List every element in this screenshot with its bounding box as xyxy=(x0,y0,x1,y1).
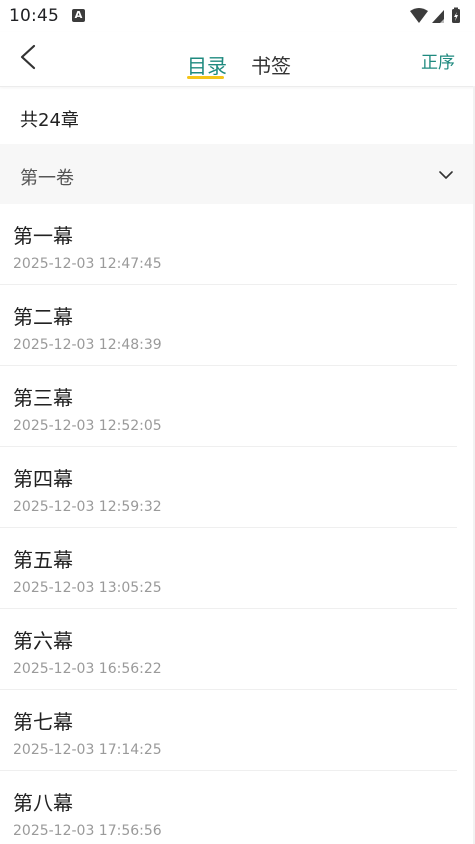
chapter-item[interactable]: 第七幕 2025-12-03 17:14:25 xyxy=(0,690,475,771)
notification-a-icon: A xyxy=(72,9,85,22)
chapter-timestamp: 2025-12-03 16:56:22 xyxy=(13,661,162,677)
chapter-title: 第三幕 xyxy=(13,386,73,410)
chapter-title: 第六幕 xyxy=(13,629,73,653)
tab-toc[interactable]: 目录 xyxy=(187,50,227,79)
chapter-title: 第四幕 xyxy=(13,467,73,491)
toc-header: 目录 书签 正序 xyxy=(0,32,475,87)
chevron-down-icon xyxy=(439,171,453,179)
chapter-item[interactable]: 第六幕 2025-12-03 16:56:22 xyxy=(0,609,475,690)
wifi-icon xyxy=(410,8,428,23)
chapter-timestamp: 2025-12-03 17:56:56 xyxy=(13,823,162,839)
volume-header[interactable]: 第一卷 xyxy=(0,144,475,204)
chapter-count: 共24章 xyxy=(20,110,79,131)
chapter-item[interactable]: 第三幕 2025-12-03 12:52:05 xyxy=(0,366,475,447)
status-bar: 10:45 A xyxy=(0,0,475,32)
tab-bookmarks[interactable]: 书签 xyxy=(251,50,291,79)
chapter-item[interactable]: 第八幕 2025-12-03 17:56:56 xyxy=(0,771,475,844)
chapter-timestamp: 2025-12-03 13:05:25 xyxy=(13,580,162,596)
back-button[interactable] xyxy=(14,42,44,74)
chapter-item[interactable]: 第一幕 2025-12-03 12:47:45 xyxy=(0,204,475,285)
cellular-signal-icon xyxy=(432,10,444,23)
chapter-title: 第七幕 xyxy=(13,710,73,734)
chapter-title: 第二幕 xyxy=(13,305,73,329)
chapter-title: 第一幕 xyxy=(13,224,73,248)
chapter-title: 第五幕 xyxy=(13,548,73,572)
battery-icon xyxy=(452,7,460,23)
volume-label: 第一卷 xyxy=(20,168,74,189)
status-time: 10:45 xyxy=(9,6,59,26)
chapter-list: 第一幕 2025-12-03 12:47:45 第二幕 2025-12-03 1… xyxy=(0,204,475,844)
chapter-item[interactable]: 第二幕 2025-12-03 12:48:39 xyxy=(0,285,475,366)
chapter-timestamp: 2025-12-03 12:47:45 xyxy=(13,256,162,272)
toc-screen: 10:45 A 目录 书签 正序 共24章 第一卷 第一幕 2025-12-03… xyxy=(0,0,475,844)
chapter-timestamp: 2025-12-03 12:52:05 xyxy=(13,418,162,434)
chapter-timestamp: 2025-12-03 12:48:39 xyxy=(13,337,162,353)
tab-active-indicator xyxy=(187,76,224,79)
sort-order-button[interactable]: 正序 xyxy=(421,48,455,73)
chapter-item[interactable]: 第四幕 2025-12-03 12:59:32 xyxy=(0,447,475,528)
status-indicators xyxy=(409,7,467,25)
chapter-timestamp: 2025-12-03 12:59:32 xyxy=(13,499,162,515)
back-arrow-icon xyxy=(20,44,36,70)
chapter-item[interactable]: 第五幕 2025-12-03 13:05:25 xyxy=(0,528,475,609)
chapter-timestamp: 2025-12-03 17:14:25 xyxy=(13,742,162,758)
chapter-title: 第八幕 xyxy=(13,791,73,815)
